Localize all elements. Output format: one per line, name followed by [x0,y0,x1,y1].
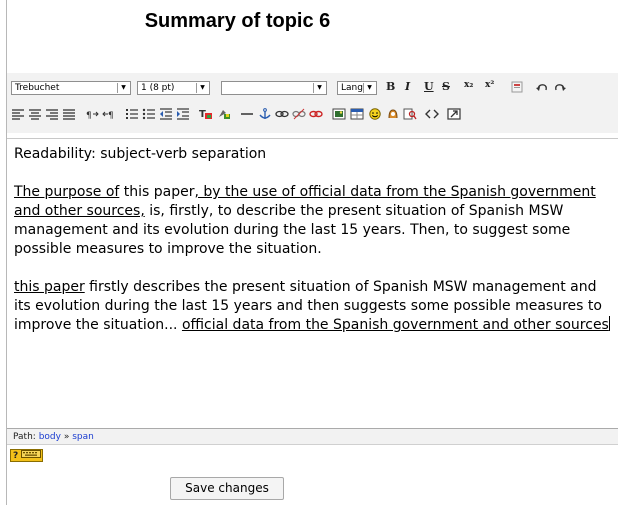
editor-content-area[interactable]: Readability: subject-verb separation The… [7,138,618,429]
search-replace-icon[interactable] [403,108,417,120]
path-bar: Path: body » span [7,429,618,445]
superscript-button[interactable]: x² [485,80,494,90]
image-icon[interactable] [332,108,346,120]
font-family-select[interactable]: Trebuchet ▼ [11,81,131,95]
redo-icon[interactable] [553,81,567,93]
save-changes-button[interactable]: Save changes [170,477,284,500]
text-cursor [608,316,610,331]
path-item-body[interactable]: body [39,432,61,442]
page-title: Summary of topic 6 [144,10,331,32]
bold-button[interactable]: B [386,80,395,93]
font-size-value: 1 (8 pt) [141,83,175,93]
subscript-button[interactable]: x₂ [464,80,473,90]
paragraph-2: this paper firstly describes the present… [14,278,614,335]
paragraph-1: The purpose of this paper, by the use of… [14,183,614,259]
fullscreen-icon[interactable] [447,108,461,120]
language-value: Lang [341,83,363,93]
underline-button[interactable]: U [424,80,434,93]
anchor-icon[interactable] [258,108,272,120]
chevron-down-icon: ▼ [363,83,375,93]
path-label: Path: [13,432,36,442]
special-character-icon[interactable] [386,108,400,120]
font-size-select[interactable]: 1 (8 pt) ▼ [137,81,210,95]
keyboard-icon [21,450,42,458]
smiley-icon[interactable] [368,108,382,120]
text-color-icon[interactable]: T [199,108,213,120]
indent-icon[interactable] [176,108,190,120]
para2-underlined-source: official data from the Spanish governmen… [181,317,609,333]
help-icon-mark: ? [13,451,19,461]
heading-line: Readability: subject-verb separation [14,146,267,162]
path-separator: » [63,432,70,442]
svg-text:T: T [199,109,206,120]
chevron-down-icon: ▼ [117,83,129,93]
undo-icon[interactable] [535,81,549,93]
italic-button[interactable]: I [405,80,410,93]
editor-toolbar: Trebuchet ▼ 1 (8 pt) ▼ ▼ Lang ▼ B I U S … [7,73,618,133]
ltr-direction-icon[interactable]: ¶ [85,108,99,120]
background-color-icon[interactable] [217,108,231,120]
para1-underlined-subject: The purpose of [14,184,120,200]
align-center-icon[interactable] [28,108,42,120]
horizontal-rule-icon[interactable] [240,108,254,120]
bullet-list-icon[interactable] [142,108,156,120]
svg-text:¶: ¶ [108,111,114,120]
para1-text: this paper [119,184,195,200]
table-icon[interactable] [350,108,364,120]
svg-text:¶: ¶ [86,111,92,120]
font-family-value: Trebuchet [15,83,60,93]
unlink-icon[interactable] [292,108,306,120]
align-left-icon[interactable] [11,108,25,120]
para2-underlined-subject: this paper [14,279,85,295]
numbered-list-icon[interactable] [125,108,139,120]
style-select[interactable]: ▼ [221,81,327,95]
chevron-down-icon: ▼ [313,83,325,93]
clean-word-icon[interactable] [510,81,524,93]
editor-text[interactable]: Readability: subject-verb separation The… [14,145,614,335]
chevron-down-icon: ▼ [196,83,208,93]
strikethrough-button[interactable]: S [442,80,450,93]
html-source-icon[interactable] [425,108,439,120]
nolink-icon[interactable] [309,108,323,120]
link-icon[interactable] [275,108,289,120]
align-right-icon[interactable] [45,108,59,120]
rtl-direction-icon[interactable]: ¶ [102,108,116,120]
help-icon[interactable]: ? [10,449,43,462]
language-select[interactable]: Lang ▼ [337,81,377,95]
path-item-span[interactable]: span [72,432,94,442]
align-justify-icon[interactable] [62,108,76,120]
outdent-icon[interactable] [159,108,173,120]
